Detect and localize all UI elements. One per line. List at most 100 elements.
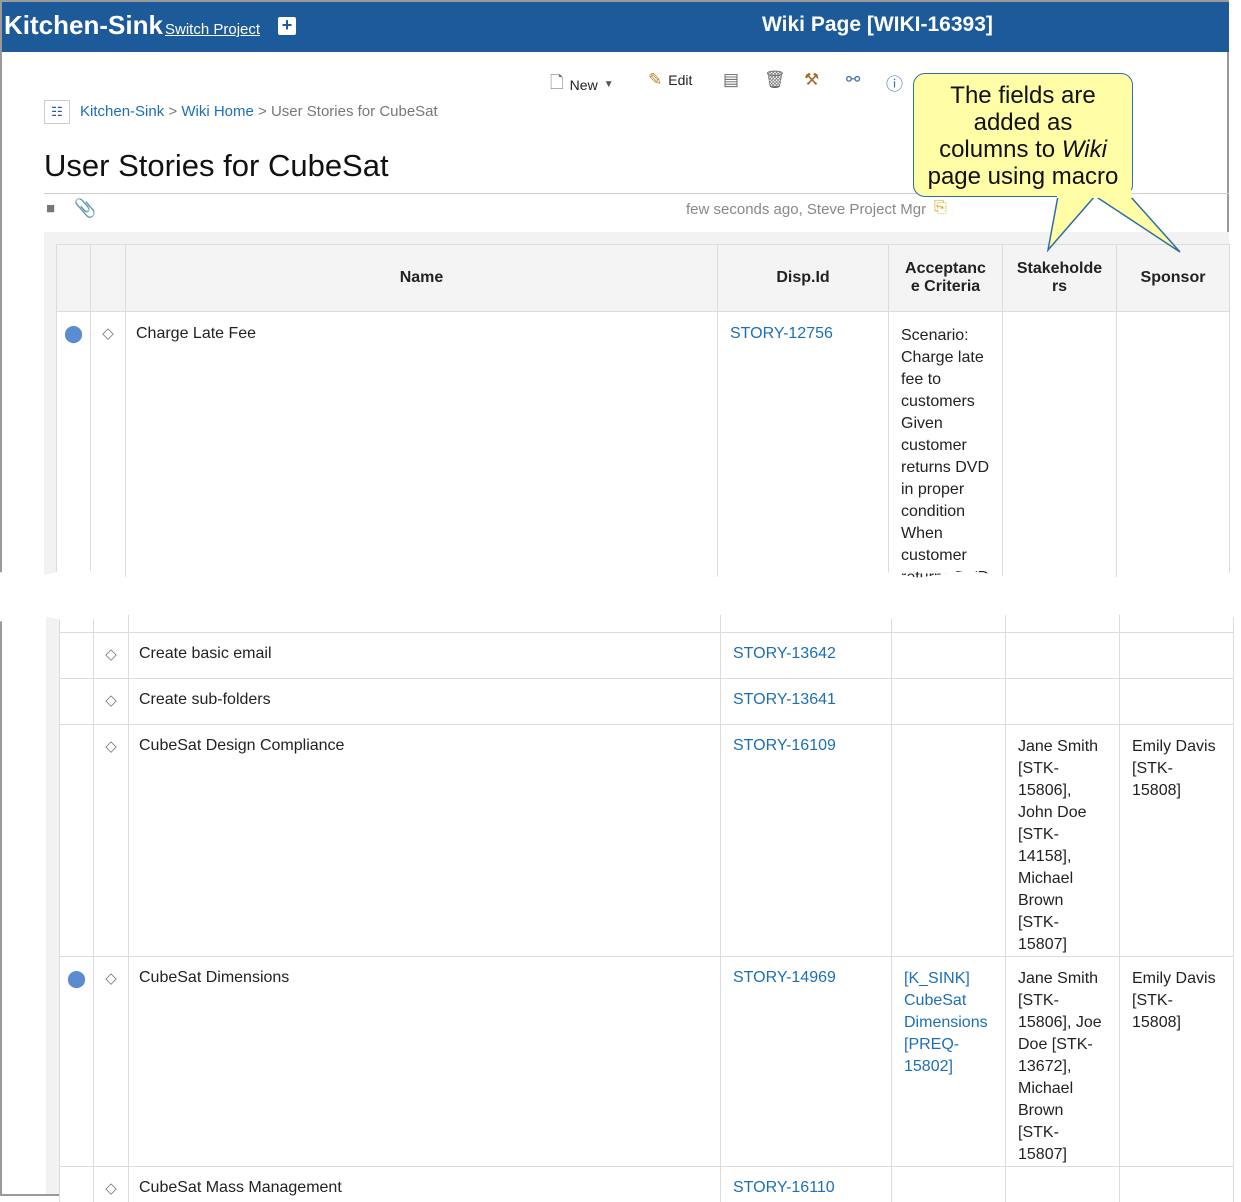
table-row: ⬤ ◇ Charge Late Fee STORY-12756 Scenario… bbox=[56, 311, 1230, 586]
row-pin-cell bbox=[59, 724, 94, 957]
acceptance-line: customer bbox=[901, 437, 967, 454]
row-acceptance: [K_SINK] CubeSat Dimensions [PREQ- 15802… bbox=[891, 956, 1006, 1167]
story-link[interactable]: STORY-13642 bbox=[733, 645, 836, 662]
stories-table-continued: ◇ Create basic email STORY-13642 ◇ Creat… bbox=[59, 612, 1234, 1202]
share-button[interactable]: ⚯ bbox=[846, 70, 860, 90]
breadcrumb-item-wiki-home[interactable]: Wiki Home bbox=[181, 103, 254, 120]
paperclip-icon[interactable]: 📎 bbox=[74, 198, 96, 219]
story-icon[interactable]: ◇ bbox=[105, 970, 117, 987]
header-blank-2 bbox=[90, 244, 126, 312]
row-sponsor bbox=[1119, 632, 1234, 679]
row-name: Create sub-folders bbox=[128, 678, 721, 725]
row-pin-cell bbox=[59, 1166, 94, 1202]
row-acceptance bbox=[891, 678, 1006, 725]
acceptance-line: Given bbox=[901, 415, 943, 432]
tools-button[interactable]: ⚒ bbox=[804, 70, 819, 90]
row-name: Charge Late Fee bbox=[125, 311, 718, 579]
requirement-link-line: 15802] bbox=[904, 1058, 953, 1075]
stakeholder-line: [STK- bbox=[1018, 826, 1059, 843]
row-icon-cell: ◇ bbox=[90, 311, 126, 579]
story-link[interactable]: STORY-14969 bbox=[733, 969, 836, 986]
breadcrumb-item-current: User Stories for CubeSat bbox=[270, 103, 438, 120]
comment-icon[interactable]: ■ bbox=[46, 200, 55, 217]
add-icon[interactable]: + bbox=[278, 16, 296, 35]
row-acceptance bbox=[891, 724, 1006, 957]
row-pin-cell bbox=[59, 612, 94, 633]
share-icon: ⚯ bbox=[846, 70, 861, 89]
row-name: CubeSat Design Compliance bbox=[128, 724, 721, 957]
table-row: ◇ Create sub-folders STORY-13641 bbox=[59, 678, 1234, 725]
requirement-link-line: [PREQ- bbox=[904, 1036, 960, 1053]
history-icon[interactable]: ⎘ bbox=[934, 199, 947, 217]
sponsor-line: [STK-15808] bbox=[1132, 992, 1181, 1031]
story-icon[interactable]: ◇ bbox=[105, 646, 117, 663]
acceptance-line: returns DVD bbox=[901, 459, 990, 476]
row-acceptance bbox=[891, 1166, 1006, 1202]
header-stakeholders-line1: Stakeholde bbox=[1016, 260, 1103, 277]
bottom-section: ◇ Create basic email STORY-13642 ◇ Creat… bbox=[0, 612, 1241, 1202]
row-name: CubeSat Mass Management bbox=[128, 1166, 721, 1202]
annotation-callout: The fields are added as columns to Wiki … bbox=[913, 73, 1133, 197]
row-id-cell bbox=[720, 612, 892, 633]
stakeholder-line: Brown bbox=[1018, 892, 1064, 909]
table-row: ◇ CubeSat Mass Management STORY-16110 bbox=[59, 1166, 1234, 1202]
acceptance-line: returns DVD bbox=[901, 569, 990, 586]
stakeholder-line: 13672], bbox=[1018, 1058, 1072, 1075]
story-icon[interactable]: ◇ bbox=[105, 1180, 117, 1197]
header-name[interactable]: Name bbox=[125, 244, 718, 312]
requirement-link-line: [K_SINK] bbox=[904, 970, 970, 987]
acceptance-line: Charge late bbox=[901, 349, 984, 366]
story-icon[interactable]: ◇ bbox=[105, 738, 117, 755]
location-pin-icon[interactable]: ⬤ bbox=[67, 969, 86, 988]
sponsor-line: [STK-15808] bbox=[1132, 760, 1181, 799]
header-disp-id[interactable]: Disp.Id bbox=[717, 244, 889, 312]
story-link[interactable]: STORY-12756 bbox=[730, 325, 833, 342]
acceptance-line: When bbox=[901, 525, 943, 542]
location-pin-icon[interactable]: ⬤ bbox=[64, 324, 83, 343]
row-pin-cell bbox=[59, 632, 94, 679]
row-sponsor bbox=[1119, 612, 1234, 633]
edit-label: Edit bbox=[668, 72, 693, 88]
app-header: Kitchen-Sink Switch Project + Wiki Page … bbox=[2, 2, 1229, 52]
callout-emphasis: Wiki bbox=[1061, 136, 1107, 163]
stories-table: Name Disp.Id Acceptanc e Criteria Stakeh… bbox=[56, 244, 1230, 586]
requirement-link[interactable]: [K_SINK] CubeSat Dimensions [PREQ- 15802… bbox=[904, 968, 993, 1078]
breadcrumb: Kitchen-Sink > Wiki Home > User Stories … bbox=[80, 103, 438, 120]
sitemap-icon[interactable]: ☷ bbox=[44, 100, 70, 124]
help-button[interactable]: ⓘ bbox=[886, 70, 903, 95]
stakeholder-line: [STK-15807] bbox=[1018, 914, 1067, 953]
breadcrumb-item-project[interactable]: Kitchen-Sink bbox=[80, 103, 164, 120]
table-row: ◇ CubeSat Design Compliance STORY-16109 … bbox=[59, 724, 1234, 957]
new-button[interactable]: 🗋 New ▼ bbox=[550, 70, 614, 99]
story-icon[interactable]: ◇ bbox=[105, 692, 117, 709]
stakeholder-line: Jane Smith bbox=[1018, 738, 1099, 755]
row-acceptance bbox=[891, 612, 1006, 633]
header-acceptance-line1: Acceptanc bbox=[905, 260, 986, 277]
sponsor-line: Emily Davis bbox=[1132, 970, 1216, 987]
story-link[interactable]: STORY-16109 bbox=[733, 737, 836, 754]
page-title: User Stories for CubeSat bbox=[44, 148, 389, 183]
header-blank-1 bbox=[56, 244, 91, 312]
row-pin-cell: ⬤ bbox=[56, 311, 91, 579]
story-link[interactable]: STORY-16110 bbox=[733, 1179, 835, 1196]
story-icon[interactable]: ◇ bbox=[102, 325, 114, 342]
sponsor-line: Emily Davis bbox=[1132, 738, 1216, 755]
properties-button[interactable]: ▤ bbox=[723, 70, 739, 90]
story-link[interactable]: STORY-13641 bbox=[733, 691, 836, 708]
page-heading: Wiki Page [WIKI-16393] bbox=[762, 13, 993, 36]
switch-project-link[interactable]: Switch Project bbox=[165, 21, 260, 38]
header-acceptance[interactable]: Acceptanc e Criteria bbox=[888, 244, 1003, 312]
row-sponsor bbox=[1116, 311, 1230, 579]
edit-button[interactable]: ✎ Edit bbox=[648, 70, 692, 90]
stakeholder-line: [STK- bbox=[1018, 760, 1059, 777]
header-acceptance-line2: e Criteria bbox=[910, 278, 981, 295]
requirement-link-line: CubeSat bbox=[904, 992, 967, 1009]
row-sponsor bbox=[1119, 678, 1234, 725]
acceptance-line: customer bbox=[901, 547, 967, 564]
row-id-cell: STORY-16109 bbox=[720, 724, 892, 957]
row-id-cell: STORY-12756 bbox=[717, 311, 889, 579]
callout-text: columns to bbox=[939, 136, 1062, 163]
stakeholder-line: Brown bbox=[1018, 1102, 1064, 1119]
new-page-icon: 🗋 bbox=[550, 73, 564, 92]
delete-button[interactable]: 🗑 bbox=[764, 70, 786, 90]
